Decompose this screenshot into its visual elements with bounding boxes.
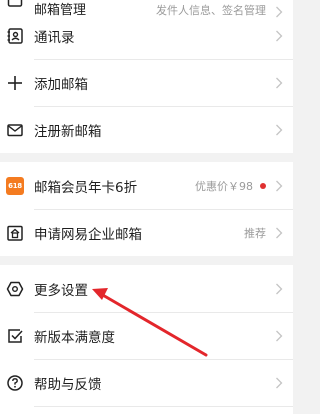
- mailbox-management-item[interactable]: 邮箱管理 发件人信息、签名管理: [0, 0, 293, 18]
- vip-badge-text: 618: [6, 176, 24, 195]
- section-gap: [0, 153, 293, 162]
- plus-icon: [6, 74, 24, 92]
- envelope-icon: [6, 121, 24, 139]
- contacts-label: 通讯录: [34, 29, 75, 46]
- chevron-right-icon: [275, 377, 283, 389]
- chevron-right-icon: [275, 124, 283, 136]
- chevron-right-icon: [275, 227, 283, 239]
- chevron-right-icon: [275, 77, 283, 89]
- vip-badge-icon: 618: [6, 176, 24, 195]
- group-mailbox: 通讯录 添加邮箱 注册新邮箱: [0, 12, 293, 153]
- section-gap: [0, 256, 293, 265]
- partial-bottom-item[interactable]: [0, 406, 293, 414]
- satisfaction-survey-label: 新版本满意度: [34, 329, 115, 346]
- help-feedback-item[interactable]: 帮助与反馈: [0, 359, 293, 406]
- register-mailbox-label: 注册新邮箱: [34, 123, 102, 140]
- chevron-right-icon: [275, 330, 283, 342]
- enterprise-mail-item[interactable]: 申请网易企业邮箱 推荐: [0, 209, 293, 256]
- settings-list: 邮箱管理 发件人信息、签名管理 通讯录 添加邮箱 注册新邮箱 618 邮箱会员年…: [0, 0, 293, 414]
- contacts-item[interactable]: 通讯录: [0, 12, 293, 59]
- chevron-right-icon: [275, 180, 283, 192]
- help-icon: [6, 374, 24, 392]
- notification-dot: [260, 182, 266, 189]
- vip-card-label: 邮箱会员年卡6折: [34, 179, 138, 196]
- group-account: 邮箱管理 发件人信息、签名管理: [0, 0, 293, 18]
- chevron-right-icon: [275, 283, 283, 295]
- chevron-right-icon: [275, 30, 283, 42]
- satisfaction-survey-item[interactable]: 新版本满意度: [0, 312, 293, 359]
- add-mailbox-item[interactable]: 添加邮箱: [0, 59, 293, 106]
- enterprise-mail-hint: 推荐: [244, 226, 266, 240]
- add-mailbox-label: 添加邮箱: [34, 76, 88, 93]
- group-more: 更多设置 新版本满意度 帮助与反馈: [0, 265, 293, 414]
- help-feedback-label: 帮助与反馈: [34, 376, 102, 393]
- more-settings-item[interactable]: 更多设置: [0, 265, 293, 312]
- enterprise-icon: [6, 224, 24, 242]
- group-promo: 618 邮箱会员年卡6折 优惠价￥98 申请网易企业邮箱 推荐: [0, 162, 293, 256]
- more-settings-label: 更多设置: [34, 282, 88, 299]
- checkbox-icon: [6, 327, 24, 345]
- contacts-icon: [6, 27, 24, 45]
- enterprise-mail-label: 申请网易企业邮箱: [34, 226, 142, 243]
- vip-card-item[interactable]: 618 邮箱会员年卡6折 优惠价￥98: [0, 162, 293, 209]
- register-mailbox-item[interactable]: 注册新邮箱: [0, 106, 293, 153]
- vip-card-price: 优惠价￥98: [195, 179, 253, 193]
- gear-icon: [6, 280, 24, 298]
